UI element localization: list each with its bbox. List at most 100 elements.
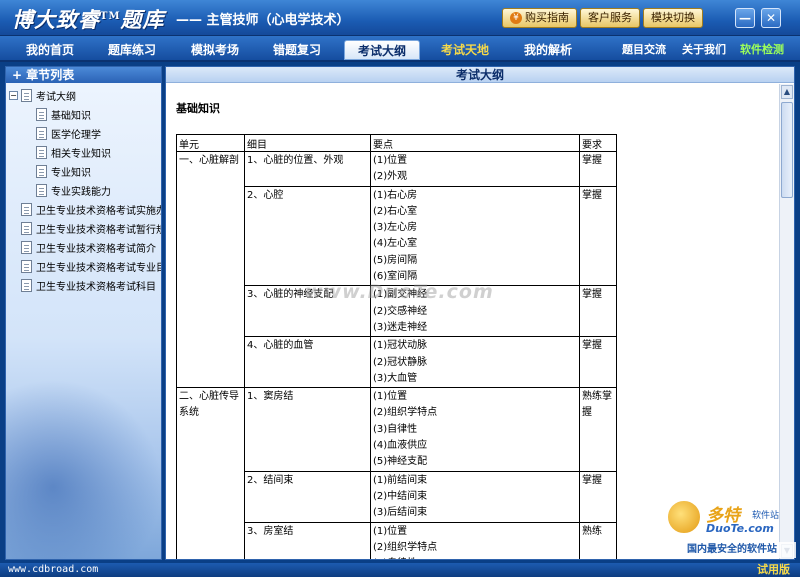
- tree-node-item[interactable]: 卫生专业技术资格考试实施办: [6, 200, 161, 219]
- point-line: (2)组织学特点: [373, 407, 438, 419]
- content-panel: 考试大纲 基础知识 单元 细目 要点 要求 一、心脏解剖 1、心脏的位置、外观 (1…: [165, 66, 795, 560]
- table-header-row: 单元 细目 要点 要求: [176, 134, 617, 152]
- document-icon: [21, 222, 32, 235]
- chapter-sidebar: + 章节列表 − 考试大纲 基础知识 医学伦理学 相关专业知识 专业知识 专业实…: [5, 66, 162, 560]
- point-line: (2)交感神经: [373, 305, 428, 317]
- sidebar-background-art: [6, 379, 161, 559]
- tree-node-child[interactable]: 相关专业知识: [6, 143, 161, 162]
- content-body[interactable]: 基础知识 单元 细目 要点 要求 一、心脏解剖 1、心脏的位置、外观 (1)位置 (2…: [166, 84, 780, 559]
- nav-question-practice[interactable]: 题库练习: [96, 40, 168, 60]
- unit-cell: 一、心脏解剖: [176, 150, 245, 389]
- point-line: (4)左心室: [373, 238, 418, 250]
- requirement-cell: 熟练掌握: [579, 387, 617, 472]
- point-line: (1)位置: [373, 155, 408, 166]
- point-line: (3)大血管: [373, 372, 418, 384]
- points-cell: (1)右心房 (2)右心室 (3)左心房 (4)左心室 (5)房间隔 (6)室间隔: [370, 185, 580, 287]
- tree-node-child[interactable]: 专业实践能力: [6, 181, 161, 200]
- nav-question-exchange[interactable]: 题目交流: [616, 40, 672, 60]
- tree-node-item[interactable]: 卫生专业技术资格考试科目: [6, 276, 161, 295]
- subitem-cell: 1、心脏的位置、外观: [244, 151, 371, 187]
- document-icon: [21, 89, 32, 102]
- point-line: (2)外观: [373, 171, 408, 183]
- purchase-guide-button[interactable]: ¥ 购买指南: [502, 8, 577, 28]
- column-header: 要点: [370, 134, 580, 152]
- mascot-icon: [666, 499, 702, 535]
- tree-node-syllabus[interactable]: − 考试大纲: [6, 86, 161, 105]
- badge-slogan: 国内最安全的软件站: [668, 542, 796, 558]
- requirement-cell: 掌握: [579, 470, 617, 523]
- point-line: (1)前结间束: [373, 474, 428, 486]
- document-icon: [36, 165, 47, 178]
- cart-icon: ¥: [510, 12, 522, 24]
- subitem-cell: 2、心腔: [244, 185, 371, 287]
- column-header: 要求: [579, 134, 617, 152]
- point-line: (2)冠状静脉: [373, 356, 428, 368]
- minimize-button[interactable]: —: [735, 8, 755, 28]
- badge-url: DuoTe.com: [706, 522, 774, 535]
- requirement-cell: 掌握: [579, 285, 617, 338]
- point-line: (1)位置: [373, 391, 408, 403]
- scroll-thumb[interactable]: [781, 102, 793, 198]
- nav-syllabus[interactable]: 考试大纲: [344, 40, 420, 60]
- duote-badge: 多特 软件站 DuoTe.com 国内最安全的软件站: [666, 497, 796, 561]
- tree-node-child[interactable]: 专业知识: [6, 162, 161, 181]
- document-icon: [21, 279, 32, 292]
- vertical-scrollbar[interactable]: ▲ ▼: [779, 84, 794, 559]
- module-switch-button[interactable]: 模块切换: [643, 8, 703, 28]
- requirement-cell: 掌握: [579, 336, 617, 389]
- points-cell: (1)位置 (2)外观: [370, 151, 580, 187]
- tree-node-item[interactable]: 卫生专业技术资格考试暂行规: [6, 219, 161, 238]
- tree-node-item[interactable]: 卫生专业技术资格考试专业目: [6, 257, 161, 276]
- document-icon: [36, 146, 47, 159]
- tree-node-item[interactable]: 卫生专业技术资格考试简介: [6, 238, 161, 257]
- point-line: (3)自律性: [373, 556, 578, 559]
- nav-home[interactable]: 我的首页: [14, 40, 86, 60]
- requirement-cell: 掌握: [579, 185, 617, 287]
- nav-mock-exam[interactable]: 模拟考场: [179, 40, 251, 60]
- requirement-cell: 熟练: [579, 521, 617, 559]
- table-row: 二、心脏传导系统 1、窦房结 (1)位置 (2)组织学特点 (3)自律性 (4)血液供应(…: [176, 387, 617, 559]
- point-line: (5)房间隔: [373, 254, 418, 266]
- document-icon: [21, 260, 32, 273]
- badge-sub: 软件站: [752, 511, 780, 521]
- nav-my-analysis[interactable]: 我的解析: [512, 40, 584, 60]
- point-line: (1)冠状动脉: [373, 340, 428, 352]
- document-icon: [36, 108, 47, 121]
- close-button[interactable]: ✕: [761, 8, 781, 28]
- nav-exam-world[interactable]: 考试天地: [429, 40, 501, 60]
- collapse-icon[interactable]: −: [9, 91, 18, 100]
- subitem-cell: 2、结间束: [244, 470, 371, 523]
- points-cell: (1)位置 (2)组织学特点 (3)自律性: [370, 521, 580, 559]
- point-line: (3)自律性: [373, 423, 418, 435]
- status-trial: 试用版: [757, 563, 790, 576]
- points-cell: (1)前结间束 (2)中结间束 (3)后结间束: [370, 470, 580, 523]
- nav-bar: 我的首页 题库练习 模拟考场 错题复习 考试大纲 考试天地 我的解析 题目交流 …: [0, 36, 800, 62]
- point-line: (2)组织学特点: [373, 541, 438, 553]
- subitem-cell: 1、窦房结: [244, 387, 371, 472]
- nav-error-review[interactable]: 错题复习: [261, 40, 333, 60]
- app-subtitle: —— 主管技师（心电学技术）: [176, 13, 350, 28]
- point-line: (3)迷走神经: [373, 321, 428, 333]
- document-icon: [36, 127, 47, 140]
- app-logo: 博大致睿TM题库: [12, 7, 165, 32]
- top-button-group: ¥ 购买指南 客户服务 模块切换: [502, 8, 703, 28]
- watermark: www.DuoTe.com: [305, 281, 494, 303]
- subitem-cell: 4、心脏的血管: [244, 336, 371, 389]
- requirement-cell: 掌握: [579, 151, 617, 187]
- points-cell: (1)位置 (2)组织学特点 (3)自律性 (4)血液供应 (5)神经支配: [370, 387, 580, 472]
- nav-software-check[interactable]: 软件检测: [734, 40, 790, 60]
- nav-about-us[interactable]: 关于我们: [678, 40, 730, 60]
- points-cell: (1)冠状动脉 (2)冠状静脉 (3)大血管: [370, 336, 580, 389]
- tree-node-child[interactable]: 基础知识: [6, 105, 161, 124]
- point-line: (3)左心房: [373, 222, 418, 234]
- point-line: (2)中结间束: [373, 490, 428, 502]
- content-title: 考试大纲: [166, 67, 794, 83]
- section-title: 基础知识: [176, 102, 220, 115]
- customer-service-button[interactable]: 客户服务: [580, 8, 640, 28]
- tree-node-child[interactable]: 医学伦理学: [6, 124, 161, 143]
- scroll-up-icon[interactable]: ▲: [781, 85, 793, 99]
- table-row: 一、心脏解剖 1、心脏的位置、外观 (1)位置 (2)外观 掌握: [176, 150, 617, 389]
- syllabus-table: 单元 细目 要点 要求 一、心脏解剖 1、心脏的位置、外观 (1)位置 (2)外观 掌握…: [176, 134, 617, 559]
- column-header: 细目: [244, 134, 371, 152]
- point-line: (2)右心室: [373, 205, 418, 217]
